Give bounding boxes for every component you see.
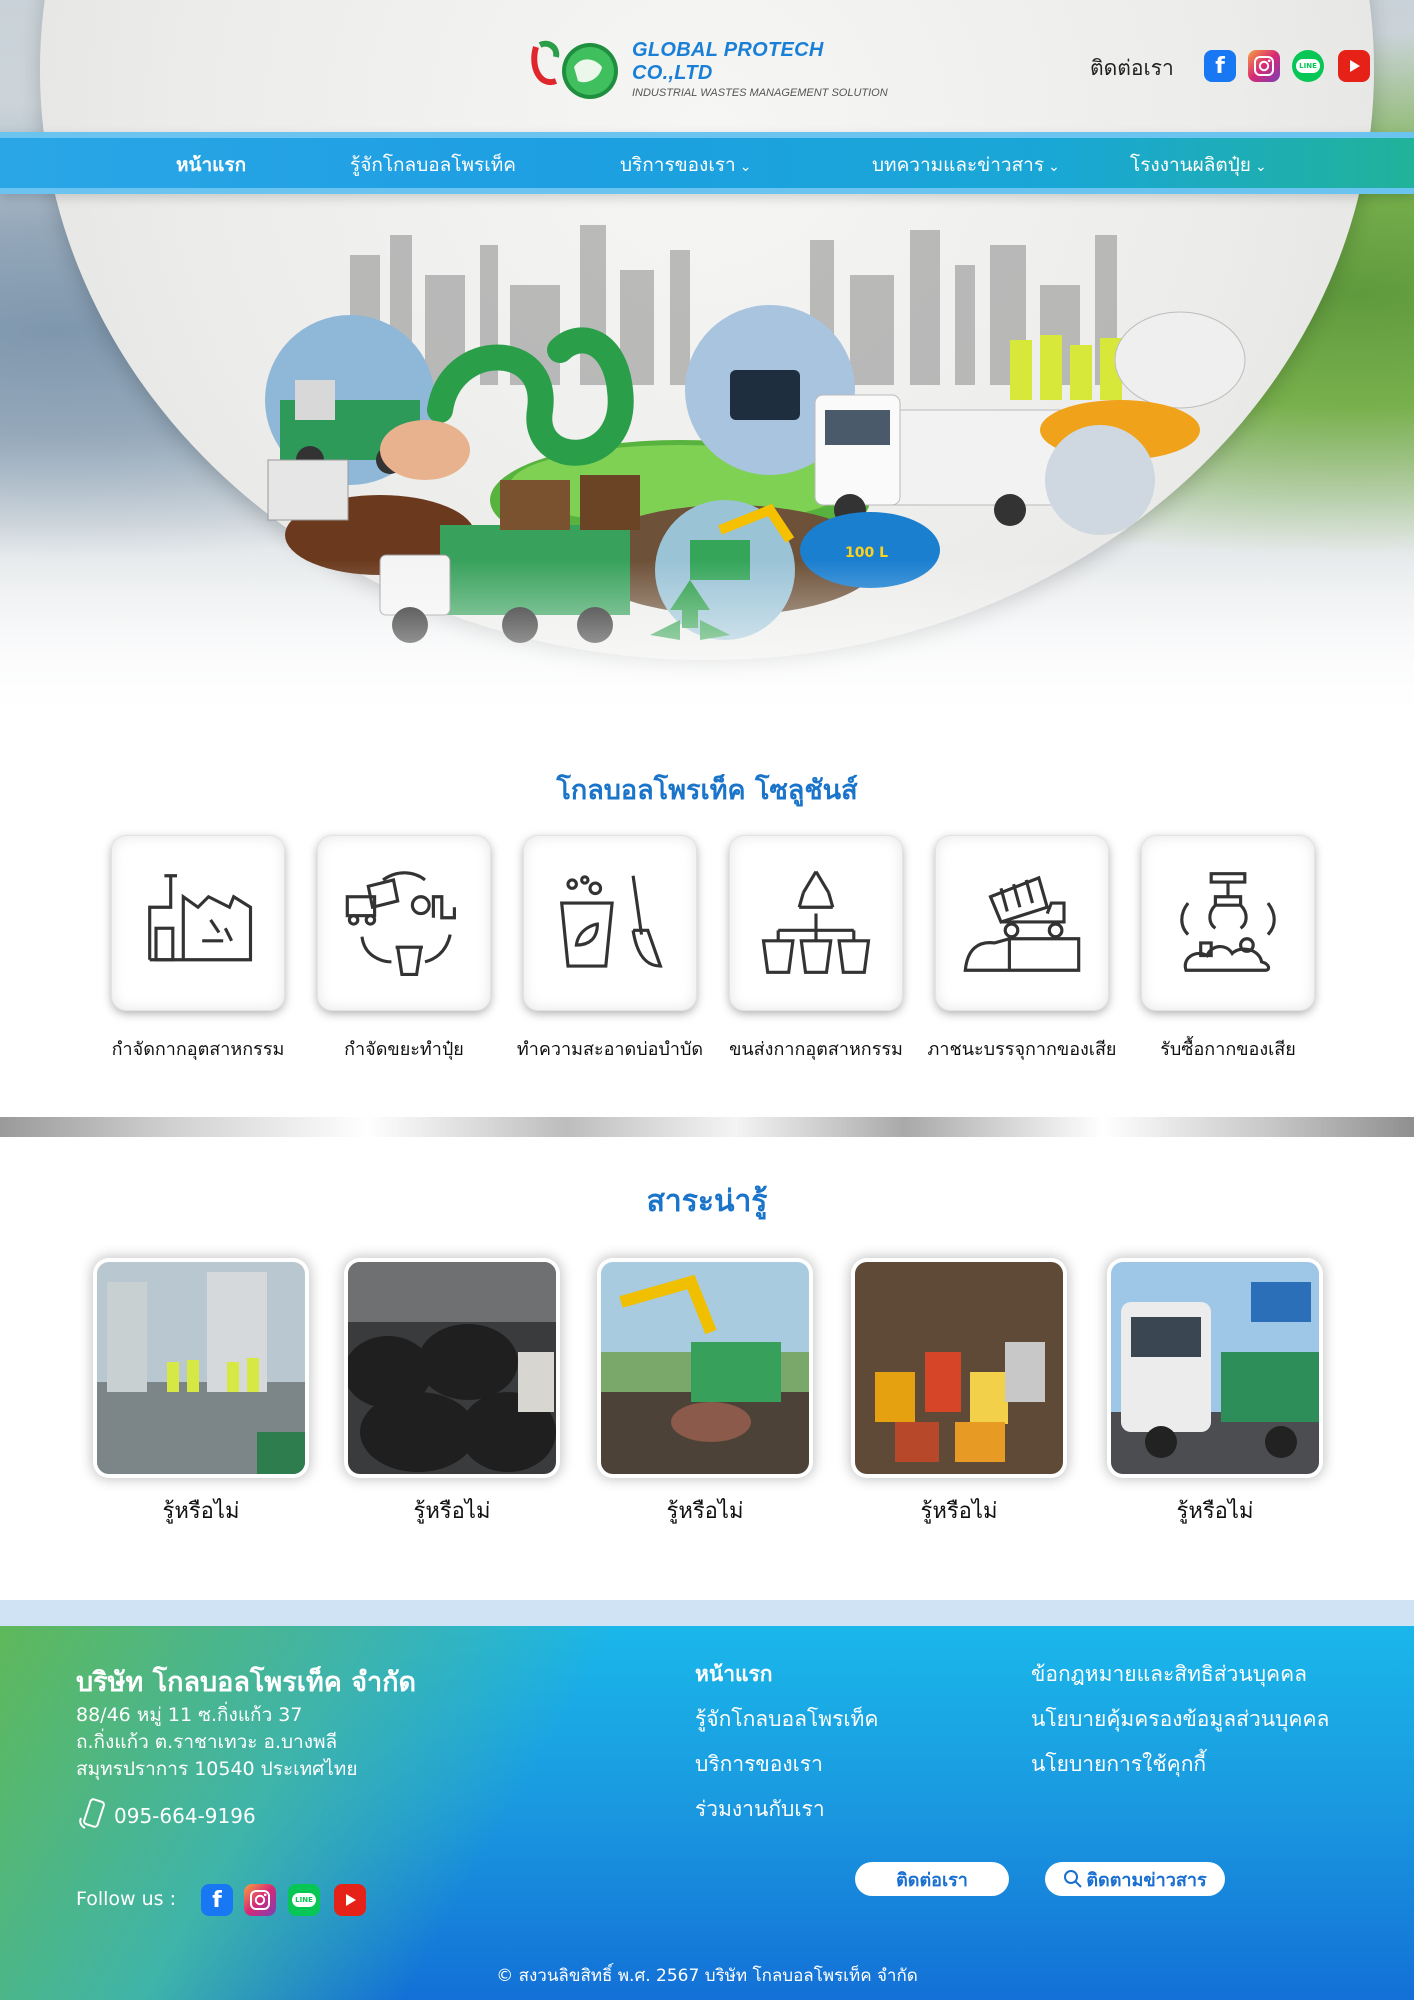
factory-recycle-icon bbox=[148, 874, 253, 962]
solution-card-buy-waste[interactable] bbox=[1142, 836, 1314, 1010]
solution-card-pond-cleaning[interactable] bbox=[524, 836, 696, 1010]
hero-banner: 100 L GLOBAL PROTECH CO.,LTD INDUSTRIAL … bbox=[0, 0, 1414, 735]
footer-address-line: 88/46 หมู่ 11 ซ.กิ่งแก้ว 37 bbox=[76, 1704, 303, 1726]
search-icon bbox=[1064, 1870, 1083, 1888]
waste-bags-photo bbox=[348, 1262, 556, 1474]
section-divider bbox=[0, 1117, 1414, 1137]
knowledge-card-truck[interactable] bbox=[1111, 1262, 1319, 1474]
waste-cycle-icon bbox=[345, 871, 456, 977]
main-navbar: หน้าแรก รู้จักโกลบอลโพรเท็ค บริการของเรา… bbox=[0, 132, 1414, 194]
knowledge-label: รู้หรือไม่ bbox=[1176, 1499, 1254, 1524]
nav-item-about[interactable]: รู้จักโกลบอลโพรเท็ค bbox=[350, 150, 516, 180]
solution-card-industrial-waste[interactable] bbox=[112, 836, 284, 1010]
solution-label: ทำความสะอาดบ่อบำบัด bbox=[516, 1039, 704, 1060]
workers-site-photo bbox=[97, 1262, 305, 1474]
facebook-icon[interactable]: f bbox=[1204, 50, 1236, 82]
footer-link-about[interactable]: รู้จักโกลบอลโพรเท็ค bbox=[695, 1703, 878, 1736]
solution-label: ขนส่งกากอุตสาหกรรม bbox=[729, 1039, 903, 1060]
footer-contact-button-label: ติดต่อเรา bbox=[896, 1869, 968, 1891]
solution-card-containers[interactable] bbox=[936, 836, 1108, 1010]
footer-link-careers[interactable]: ร่วมงานกับเรา bbox=[695, 1793, 825, 1826]
svg-text:100 L: 100 L bbox=[845, 545, 888, 561]
footer-address-line: ถ.กิ่งแก้ว ต.ราชาเทวะ อ.บางพลี bbox=[76, 1731, 338, 1753]
nav-item-fertilizer-plant[interactable]: โรงงานผลิตปุ๋ย ⌄ bbox=[1130, 150, 1267, 180]
knowledge-label: รู้หรือไม่ bbox=[666, 1499, 744, 1524]
solution-label: ภาชนะบรรจุกากของเสีย bbox=[927, 1039, 1117, 1060]
solutions-title: โกลบอลโพรเท็ค โซลูชันส์ bbox=[556, 775, 858, 806]
line-icon[interactable]: LINE bbox=[1292, 50, 1324, 82]
nav-label: บทความและข่าวสาร bbox=[872, 154, 1045, 176]
header-contact-link[interactable]: ติดต่อเรา bbox=[1090, 52, 1174, 85]
follow-us-label: Follow us : bbox=[76, 1888, 177, 1910]
hero-fade-overlay bbox=[0, 560, 1414, 735]
line-icon-text: LINE bbox=[292, 1893, 316, 1907]
youtube-icon[interactable] bbox=[334, 1884, 366, 1916]
brand-tagline: INDUSTRIAL WASTES MANAGEMENT SOLUTION bbox=[631, 87, 888, 99]
claw-waste-icon bbox=[1180, 872, 1276, 972]
solution-card-transport[interactable] bbox=[730, 836, 902, 1010]
nav-label: บริการของเรา bbox=[620, 154, 736, 176]
footer-news-button-label: ติดตามข่าวสาร bbox=[1086, 1869, 1207, 1891]
paint-cans-photo bbox=[855, 1262, 1063, 1474]
footer-address-line: สมุทรปราการ 10540 ประเทศไทย bbox=[76, 1758, 358, 1780]
footer-link-services[interactable]: บริการของเรา bbox=[695, 1748, 823, 1781]
footer-top-strip bbox=[0, 1600, 1414, 1626]
solution-label: กำจัดกากอุตสาหกรรม bbox=[111, 1039, 285, 1060]
phone-icon bbox=[79, 1798, 105, 1829]
footer-link-privacy-policy[interactable]: นโยบายคุ้มครองข้อมูลส่วนบุคคล bbox=[1031, 1703, 1329, 1736]
line-icon[interactable]: LINE bbox=[288, 1884, 320, 1916]
brand-name: GLOBAL PROTECH CO.,LTD bbox=[631, 39, 824, 84]
facebook-icon[interactable]: f bbox=[201, 1884, 233, 1916]
footer-phone[interactable]: 095-664-9196 bbox=[114, 1804, 256, 1828]
solution-label: รับซื้อกากของเสีย bbox=[1160, 1039, 1296, 1060]
nav-label: รู้จักโกลบอลโพรเท็ค bbox=[350, 154, 516, 176]
nav-item-services[interactable]: บริการของเรา ⌄ bbox=[620, 150, 751, 180]
knowledge-card-excavator[interactable] bbox=[601, 1262, 809, 1474]
knowledge-card-paint-cans[interactable] bbox=[855, 1262, 1063, 1474]
chevron-down-icon: ⌄ bbox=[1254, 159, 1267, 175]
copyright-text: © สงวนลิขสิทธิ์ พ.ศ. 2567 บริษัท โกลบอลโ… bbox=[496, 1966, 918, 1986]
solution-card-compost[interactable] bbox=[318, 836, 490, 1010]
knowledge-label: รู้หรือไม่ bbox=[413, 1499, 491, 1524]
dump-truck-icon bbox=[963, 875, 1081, 972]
footer-link-legal-rights[interactable]: ข้อกฎหมายและสิทธิส่วนบุคคล bbox=[1031, 1658, 1307, 1691]
knowledge-title: สาระน่ารู้ bbox=[646, 1184, 768, 1219]
knowledge-label: รู้หรือไม่ bbox=[920, 1499, 998, 1524]
globe-logo-icon bbox=[531, 40, 618, 99]
excavator-photo bbox=[601, 1262, 809, 1474]
nav-item-home[interactable]: หน้าแรก bbox=[176, 150, 246, 180]
nav-item-articles[interactable]: บทความและข่าวสาร ⌄ bbox=[872, 150, 1060, 180]
nav-label: โรงงานผลิตปุ๋ย bbox=[1130, 154, 1251, 176]
nav-label: หน้าแรก bbox=[176, 154, 247, 176]
youtube-icon[interactable] bbox=[1338, 50, 1370, 82]
footer-link-cookie-policy[interactable]: นโยบายการใช้คุกกี้ bbox=[1031, 1748, 1206, 1781]
footer-contact-button[interactable]: ติดต่อเรา bbox=[855, 1862, 1009, 1896]
footer-company-name: บริษัท โกลบอลโพรเท็ค จำกัด bbox=[76, 1667, 417, 1698]
knowledge-card-bags[interactable] bbox=[348, 1262, 556, 1474]
knowledge-card-workers[interactable] bbox=[97, 1262, 305, 1474]
brand-logo[interactable]: GLOBAL PROTECH CO.,LTD INDUSTRIAL WASTES… bbox=[530, 36, 910, 102]
instagram-icon[interactable] bbox=[244, 1884, 276, 1916]
cleaning-bucket-icon bbox=[559, 875, 663, 968]
line-icon-text: LINE bbox=[1296, 59, 1320, 73]
knowledge-label: รู้หรือไม่ bbox=[162, 1499, 240, 1524]
recycle-bins-icon bbox=[761, 870, 871, 974]
footer-link-home[interactable]: หน้าแรก bbox=[695, 1658, 773, 1691]
chevron-down-icon: ⌄ bbox=[739, 159, 752, 175]
chevron-down-icon: ⌄ bbox=[1048, 159, 1060, 175]
footer-news-button[interactable]: ติดตามข่าวสาร bbox=[1045, 1862, 1225, 1896]
truck-photo bbox=[1111, 1262, 1319, 1474]
site-footer: บริษัท โกลบอลโพรเท็ค จำกัด 88/46 หมู่ 11… bbox=[0, 1626, 1414, 2000]
solution-label: กำจัดขยะทำปุ๋ย bbox=[344, 1039, 464, 1060]
instagram-icon[interactable] bbox=[1248, 50, 1280, 82]
